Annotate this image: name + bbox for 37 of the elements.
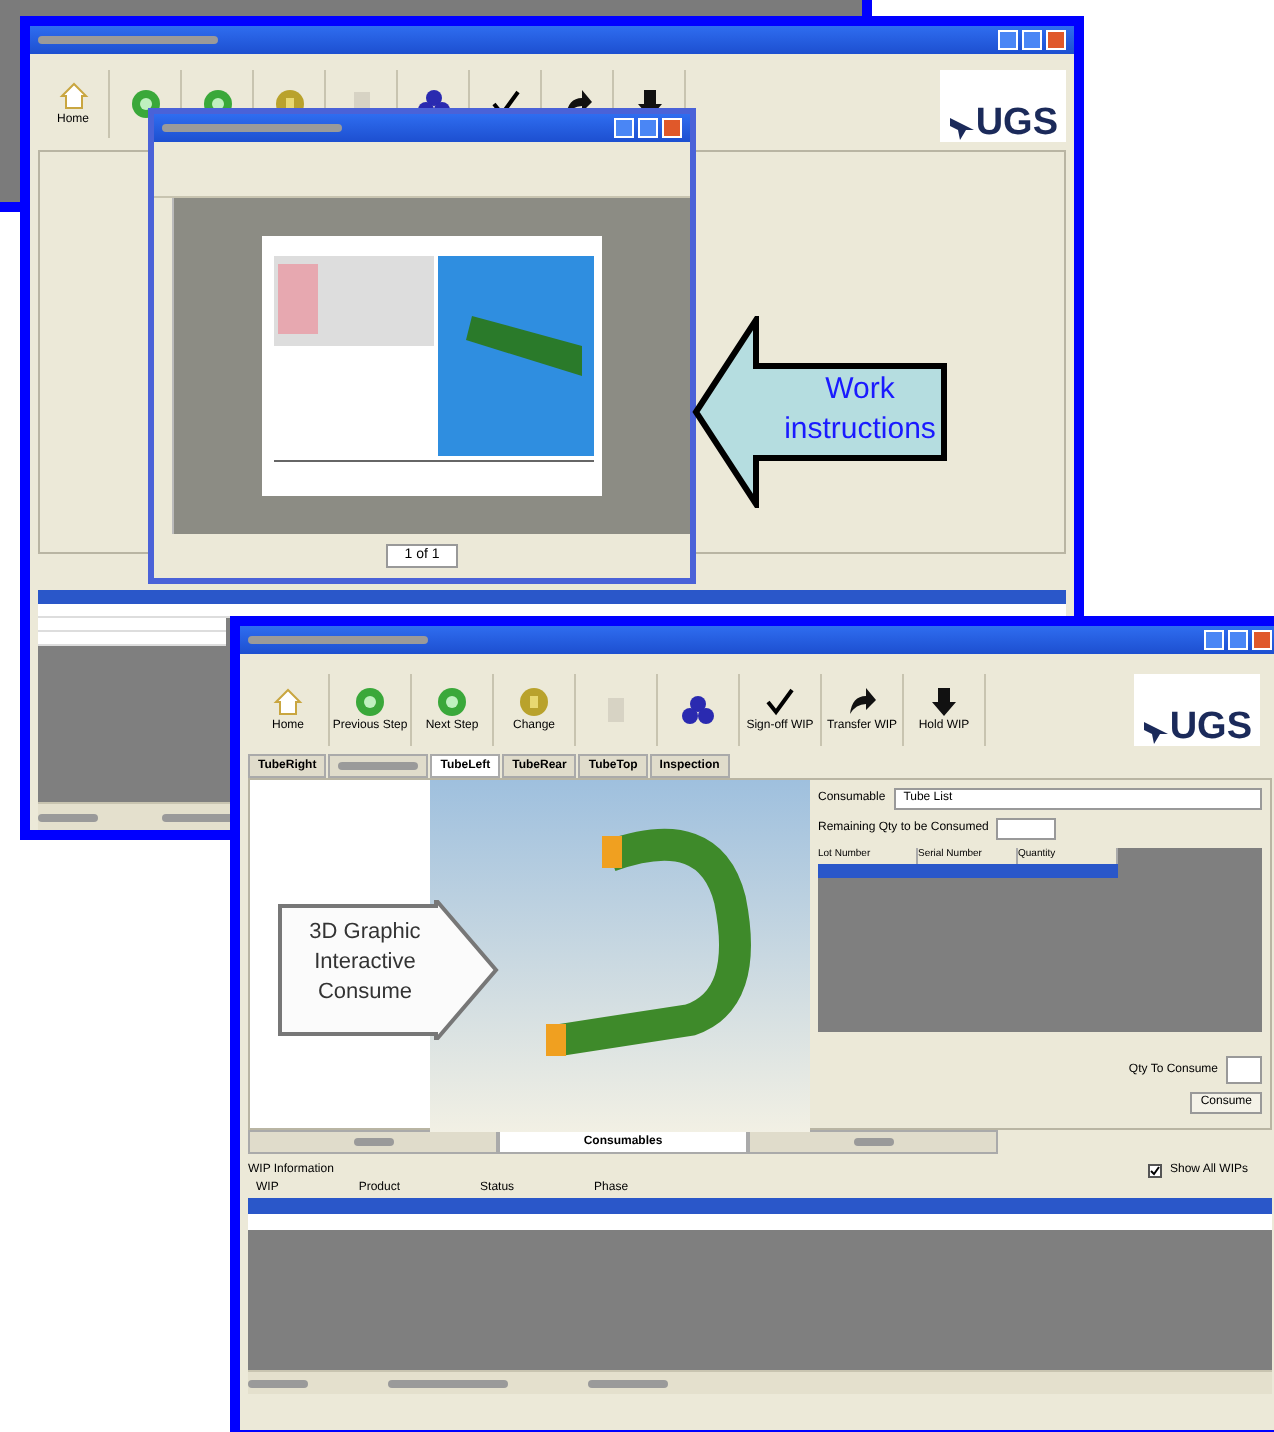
maximize-button[interactable] bbox=[638, 118, 658, 138]
close-button[interactable] bbox=[662, 118, 682, 138]
blurred-label bbox=[853, 1138, 893, 1146]
tab[interactable] bbox=[748, 1130, 998, 1154]
circle-icon bbox=[436, 685, 468, 717]
close-button[interactable] bbox=[1046, 30, 1066, 50]
blurred-label bbox=[353, 1138, 393, 1146]
check-icon bbox=[764, 685, 796, 717]
house-icon bbox=[272, 685, 304, 717]
blurred-label bbox=[38, 813, 98, 821]
maximize-button[interactable] bbox=[1228, 630, 1248, 650]
plane-icon bbox=[947, 114, 976, 142]
minimize-button[interactable] bbox=[1204, 630, 1224, 650]
cluster-icon bbox=[682, 694, 714, 726]
tab[interactable] bbox=[248, 1130, 498, 1154]
minimize-button[interactable] bbox=[614, 118, 634, 138]
plane-icon bbox=[1141, 718, 1170, 746]
down-arrow-icon bbox=[928, 685, 960, 717]
callout-text: 3D Graphic Interactive Consume bbox=[307, 918, 423, 1008]
tab[interactable] bbox=[328, 754, 429, 778]
logo-text: UGS bbox=[1169, 708, 1252, 746]
maximize-button[interactable] bbox=[1022, 30, 1042, 50]
circle-icon bbox=[518, 685, 550, 717]
blurred-label bbox=[588, 1379, 668, 1387]
house-icon bbox=[57, 79, 89, 111]
blurred-label bbox=[388, 1379, 508, 1387]
logo-text: UGS bbox=[975, 104, 1058, 142]
checkbox[interactable] bbox=[1147, 1164, 1162, 1178]
arrow-icon bbox=[846, 685, 878, 717]
blurred-label bbox=[338, 762, 419, 770]
input-field[interactable] bbox=[1226, 1056, 1262, 1084]
blurred-label bbox=[248, 1379, 308, 1387]
circle-icon bbox=[354, 685, 386, 717]
close-button[interactable] bbox=[1252, 630, 1272, 650]
callout-text: Work instructions bbox=[782, 370, 938, 450]
input-field[interactable] bbox=[996, 818, 1057, 840]
minimize-button[interactable] bbox=[998, 30, 1018, 50]
